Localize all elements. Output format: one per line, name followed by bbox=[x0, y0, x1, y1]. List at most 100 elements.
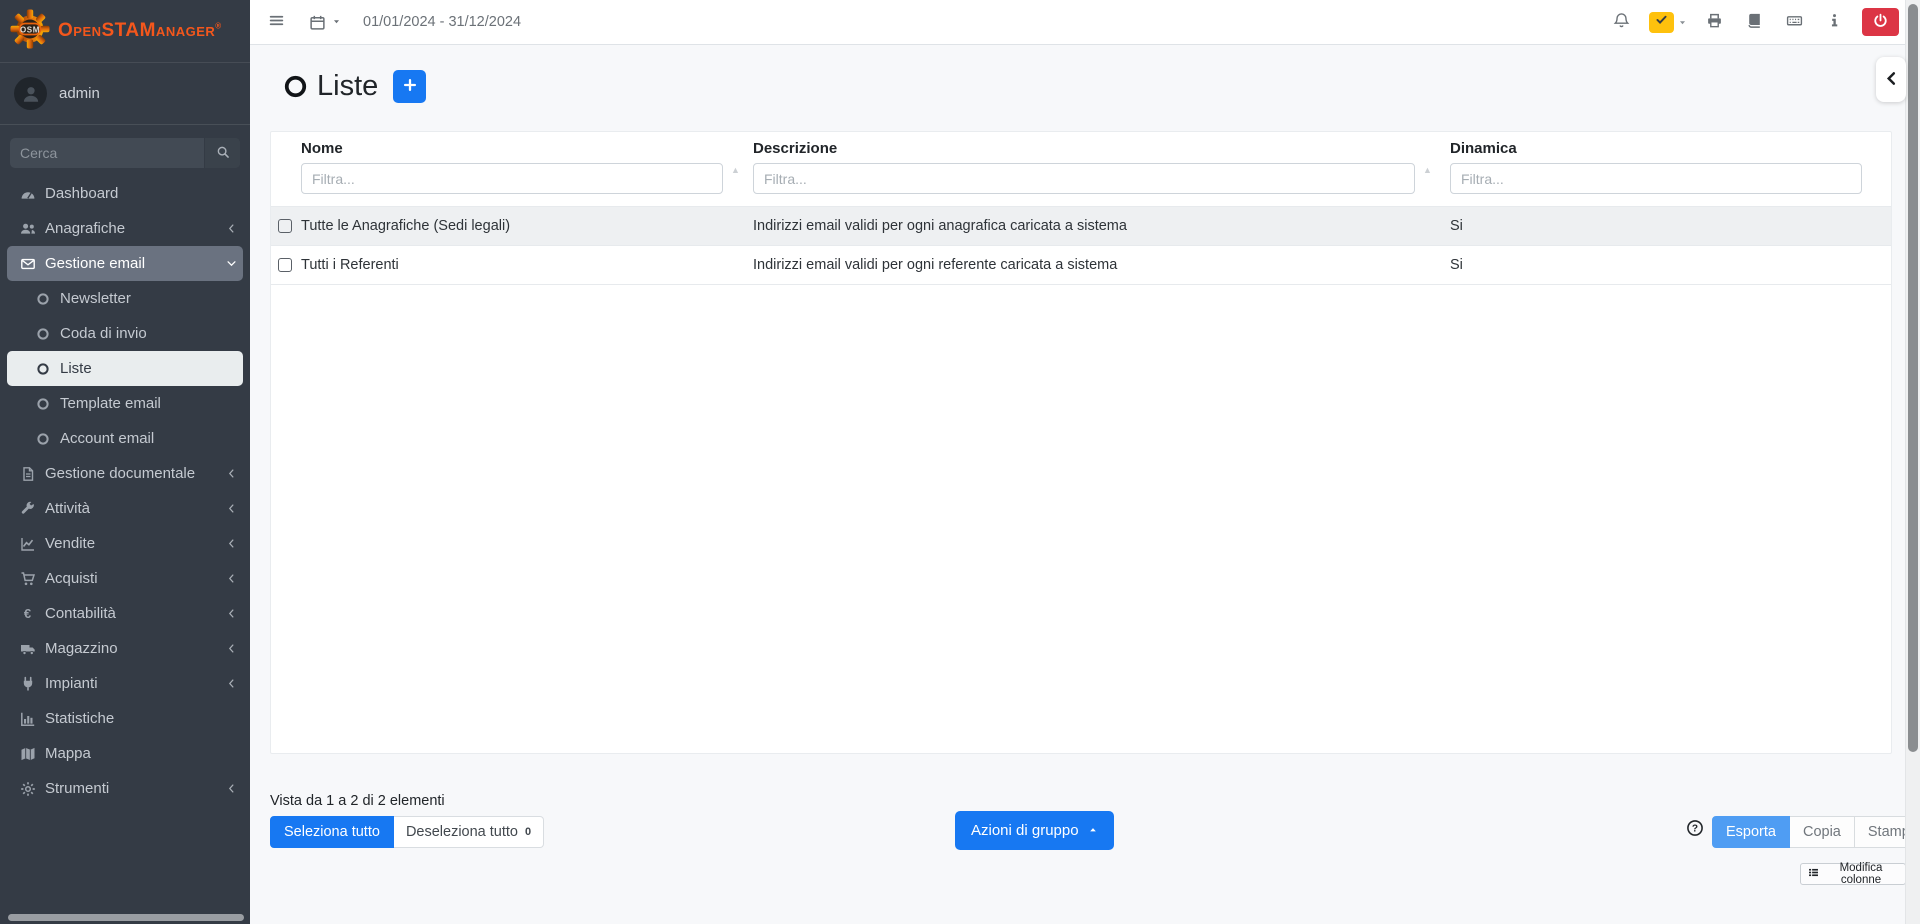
chart-bar-icon bbox=[18, 711, 37, 727]
chevron-left-icon bbox=[225, 643, 237, 655]
status-check-badge[interactable] bbox=[1649, 12, 1674, 33]
sidebar-item-label: Strumenti bbox=[45, 780, 109, 797]
cart-icon bbox=[18, 571, 37, 587]
table-row[interactable]: Tutti i ReferentiIndirizzi email validi … bbox=[271, 246, 1891, 285]
panel-collapse-button[interactable] bbox=[1876, 57, 1906, 102]
plug-icon bbox=[18, 676, 37, 692]
sort-arrow-icon[interactable]: ▲ bbox=[1423, 166, 1450, 175]
sidebar-horizontal-scrollbar[interactable] bbox=[8, 914, 244, 921]
filter-input-nome[interactable] bbox=[301, 163, 723, 194]
sidebar-item-label: Mappa bbox=[45, 745, 91, 762]
filter-input-descrizione[interactable] bbox=[753, 163, 1415, 194]
edit-columns-button[interactable]: Modifica colonne bbox=[1800, 863, 1906, 885]
sidebar-item-label: Template email bbox=[60, 395, 161, 412]
sidebar-item-template-email[interactable]: Template email bbox=[7, 386, 243, 421]
sidebar-item-statistiche[interactable]: Statistiche bbox=[7, 701, 243, 736]
sidebar-item-mappa[interactable]: Mappa bbox=[7, 736, 243, 771]
sidebar-item-gestione-documentale[interactable]: Gestione documentale bbox=[7, 456, 243, 491]
status-dropdown[interactable] bbox=[1649, 12, 1687, 33]
period-picker[interactable] bbox=[305, 10, 341, 35]
bell-icon bbox=[1613, 12, 1630, 32]
sidebar: OSM OpenSTAManager® admin Dashboard Anagr… bbox=[0, 0, 250, 924]
gear-icon bbox=[18, 781, 37, 797]
info-icon bbox=[1826, 12, 1843, 32]
sidebar-item-vendite[interactable]: Vendite bbox=[7, 526, 243, 561]
scrollbar-thumb[interactable] bbox=[1908, 4, 1918, 752]
sidebar-item-label: Impianti bbox=[45, 675, 98, 692]
circle-icon bbox=[33, 396, 52, 412]
chevron-left-icon bbox=[225, 503, 237, 515]
date-range[interactable]: 01/01/2024 - 31/12/2024 bbox=[363, 14, 521, 30]
filter-input-dinamica[interactable] bbox=[1450, 163, 1862, 194]
page-header: Liste bbox=[283, 70, 1906, 103]
brand-logo[interactable]: OSM OpenSTAManager® bbox=[0, 0, 250, 63]
export-button[interactable]: Esporta bbox=[1712, 816, 1790, 848]
sidebar-item-label: Newsletter bbox=[60, 290, 131, 307]
sidebar-item-impianti[interactable]: Impianti bbox=[7, 666, 243, 701]
deselect-all-button[interactable]: Deseleziona tutto 0 bbox=[394, 816, 544, 848]
sidebar-item-liste[interactable]: Liste bbox=[7, 351, 243, 386]
group-actions-button[interactable]: Azioni di gruppo bbox=[955, 811, 1114, 850]
cell-descrizione: Indirizzi email validi per ogni referent… bbox=[753, 257, 1415, 273]
sidebar-item-strumenti[interactable]: Strumenti bbox=[7, 771, 243, 806]
circle-icon bbox=[33, 291, 52, 307]
user-name: admin bbox=[59, 85, 100, 102]
power-icon bbox=[1873, 13, 1888, 31]
sidebar-item-gestione-email[interactable]: Gestione email bbox=[7, 246, 243, 281]
help-button[interactable]: ? bbox=[1686, 819, 1704, 840]
truck-icon bbox=[18, 641, 37, 657]
table-header: Nome Descrizione Dinamica bbox=[271, 132, 1891, 157]
sidebar-item-label: Dashboard bbox=[45, 185, 118, 202]
sidebar-item-label: Magazzino bbox=[45, 640, 118, 657]
docs-button[interactable] bbox=[1742, 8, 1767, 36]
print-button[interactable] bbox=[1702, 8, 1727, 36]
select-all-button[interactable]: Seleziona tutto bbox=[270, 816, 394, 848]
sidebar-item-magazzino[interactable]: Magazzino bbox=[7, 631, 243, 666]
caret-down-icon bbox=[1678, 18, 1687, 27]
row-checkbox[interactable] bbox=[278, 219, 292, 233]
printer-icon bbox=[1706, 12, 1723, 32]
sidebar-item-contabilit-[interactable]: €Contabilità bbox=[7, 596, 243, 631]
book-icon bbox=[1746, 12, 1763, 32]
shortcuts-button[interactable] bbox=[1782, 8, 1807, 36]
sidebar-toggle-button[interactable] bbox=[264, 8, 289, 36]
chevron-left-icon bbox=[225, 678, 237, 690]
chevron-left-icon bbox=[225, 538, 237, 550]
euro-icon: € bbox=[18, 606, 37, 622]
sidebar-item-label: Statistiche bbox=[45, 710, 114, 727]
caret-up-icon bbox=[1088, 822, 1098, 839]
logout-button[interactable] bbox=[1862, 8, 1899, 36]
column-header-nome[interactable]: Nome bbox=[301, 140, 723, 157]
search-button[interactable] bbox=[204, 138, 240, 168]
sidebar-item-newsletter[interactable]: Newsletter bbox=[7, 281, 243, 316]
table-row[interactable]: Tutte le Anagrafiche (Sedi legali)Indiri… bbox=[271, 207, 1891, 246]
search-input[interactable] bbox=[10, 138, 204, 168]
sidebar-item-coda-di-invio[interactable]: Coda di invio bbox=[7, 316, 243, 351]
sidebar-item-attivit-[interactable]: Attività bbox=[7, 491, 243, 526]
selection-buttons: Seleziona tutto Deseleziona tutto 0 bbox=[270, 816, 544, 848]
selected-count: 0 bbox=[525, 826, 531, 838]
column-header-descrizione[interactable]: Descrizione bbox=[753, 140, 1415, 157]
caret-down-icon bbox=[332, 13, 341, 31]
hamburger-icon bbox=[268, 12, 285, 32]
row-checkbox[interactable] bbox=[278, 258, 292, 272]
column-header-dinamica[interactable]: Dinamica bbox=[1450, 140, 1862, 157]
export-buttons: Esporta Copia Stampa bbox=[1712, 816, 1920, 848]
sort-arrow-icon[interactable]: ▲ bbox=[731, 166, 753, 175]
copy-button[interactable]: Copia bbox=[1790, 816, 1855, 848]
wrench-icon bbox=[18, 501, 37, 517]
sidebar-item-acquisti[interactable]: Acquisti bbox=[7, 561, 243, 596]
sidebar-item-anagrafiche[interactable]: Anagrafiche bbox=[7, 211, 243, 246]
chevron-left-icon bbox=[225, 573, 237, 585]
table-body: Tutte le Anagrafiche (Sedi legali)Indiri… bbox=[271, 206, 1891, 285]
notifications-button[interactable] bbox=[1609, 8, 1634, 36]
file-icon bbox=[18, 466, 37, 482]
info-button[interactable] bbox=[1822, 8, 1847, 36]
sidebar-item-label: Acquisti bbox=[45, 570, 98, 587]
sidebar-item-account-email[interactable]: Account email bbox=[7, 421, 243, 456]
page-scrollbar bbox=[1905, 0, 1920, 924]
add-list-button[interactable] bbox=[393, 70, 426, 103]
sidebar-item-label: Attività bbox=[45, 500, 90, 517]
lists-table-card: Nome Descrizione Dinamica ▲ ▲ Tutte le A… bbox=[270, 131, 1892, 754]
sidebar-item-dashboard[interactable]: Dashboard bbox=[7, 176, 243, 211]
